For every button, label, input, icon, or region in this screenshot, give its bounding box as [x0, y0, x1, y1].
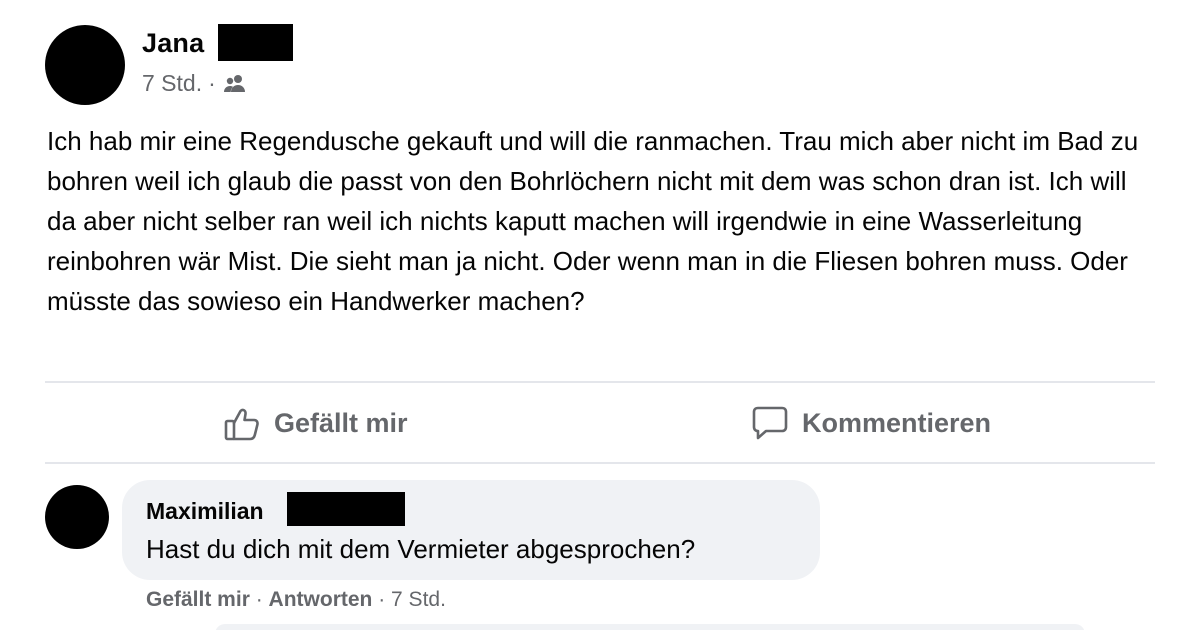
comment-label: Kommentieren	[802, 407, 992, 438]
comment-reply-link[interactable]: Antworten	[269, 588, 373, 612]
divider	[45, 462, 1155, 464]
comment-bubble	[122, 480, 820, 580]
comment-author-avatar[interactable]	[45, 485, 109, 549]
comment-actions-separator: ·	[249, 588, 269, 611]
comment-actions: Gefällt mir · Antworten · 7 Std.	[146, 588, 446, 612]
next-comment-bubble	[215, 624, 1085, 630]
divider	[45, 381, 1155, 383]
comment-button[interactable]: Kommentieren	[750, 397, 991, 449]
comment-text: Hast du dich mit dem Vermieter abgesproc…	[146, 534, 696, 564]
friends-icon	[222, 71, 248, 97]
comment-actions-separator: ·	[372, 588, 392, 611]
comment-like-link[interactable]: Gefällt mir	[146, 588, 250, 612]
meta-separator: ·	[208, 70, 216, 96]
post-timestamp[interactable]: 7 Std.	[142, 70, 202, 97]
post-meta: 7 Std. ·	[142, 70, 248, 97]
redacted-surname	[287, 492, 405, 526]
post-author-avatar[interactable]	[45, 25, 125, 105]
like-button[interactable]: Gefällt mir	[222, 397, 408, 449]
speech-bubble-icon	[750, 403, 790, 443]
like-label: Gefällt mir	[274, 407, 408, 438]
comment-author-name[interactable]: Maximilian	[146, 498, 264, 525]
redacted-surname	[218, 24, 293, 61]
comment-timestamp[interactable]: 7 Std.	[391, 588, 446, 612]
thumbs-up-icon	[222, 403, 262, 443]
post-text: Ich hab mir eine Regendusche gekauft und…	[47, 126, 1139, 316]
post-author-name[interactable]: Jana	[142, 28, 204, 59]
